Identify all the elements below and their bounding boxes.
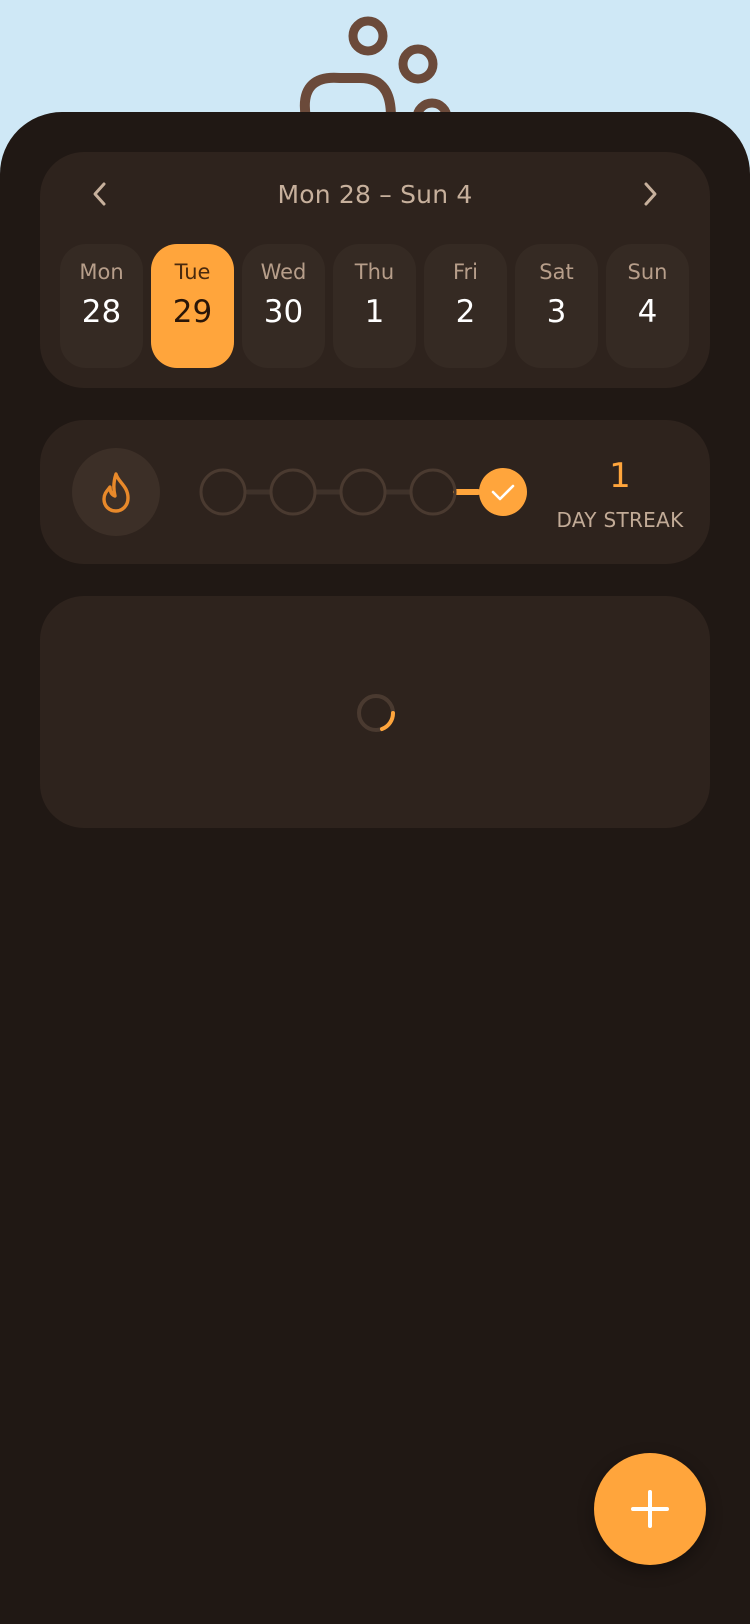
streak-progress-track	[199, 468, 527, 516]
day-sun[interactable]: Sun 4	[606, 244, 689, 368]
day-number: 4	[637, 294, 658, 330]
streak-card: 1 DAY STREAK	[40, 420, 710, 564]
streak-day-complete	[479, 468, 527, 516]
day-number: 1	[364, 294, 385, 330]
day-name: Fri	[452, 260, 479, 284]
day-name: Wed	[260, 260, 307, 284]
streak-day-empty	[199, 468, 247, 516]
week-selector-card: Mon 28 – Sun 4 Mon 28 Tue 29 Wed 30 Thu …	[40, 152, 710, 388]
streak-day-empty	[269, 468, 317, 516]
day-number: 28	[81, 294, 122, 330]
content-loading-card	[40, 596, 710, 828]
day-number: 30	[263, 294, 304, 330]
day-thu[interactable]: Thu 1	[333, 244, 416, 368]
add-button[interactable]	[594, 1453, 706, 1565]
day-fri[interactable]: Fri 2	[424, 244, 507, 368]
loading-spinner-icon	[357, 694, 396, 732]
day-name: Sun	[627, 260, 668, 284]
plus-icon	[631, 1490, 669, 1528]
streak-day-empty	[409, 468, 457, 516]
day-wed[interactable]: Wed 30	[242, 244, 325, 368]
flame-badge	[72, 448, 160, 536]
day-tue[interactable]: Tue 29	[151, 244, 234, 368]
day-name: Thu	[354, 260, 395, 284]
streak-day-empty	[339, 468, 387, 516]
main-sheet: Mon 28 – Sun 4 Mon 28 Tue 29 Wed 30 Thu …	[0, 112, 750, 1624]
streak-label: DAY STREAK	[556, 508, 684, 532]
day-mon[interactable]: Mon 28	[60, 244, 143, 368]
week-range-label: Mon 28 – Sun 4	[277, 180, 473, 209]
day-name: Sat	[539, 260, 574, 284]
day-sat[interactable]: Sat 3	[515, 244, 598, 368]
day-name: Tue	[174, 260, 211, 284]
days-row: Mon 28 Tue 29 Wed 30 Thu 1 Fri 2 Sat 3 S…	[60, 244, 690, 368]
flame-icon	[102, 472, 130, 513]
day-number: 29	[172, 294, 213, 330]
day-number: 3	[546, 294, 567, 330]
streak-count: 1	[609, 456, 631, 496]
next-week-button[interactable]	[628, 172, 672, 216]
day-number: 2	[455, 294, 476, 330]
day-name: Mon	[79, 260, 124, 284]
chevron-right-icon	[644, 182, 657, 206]
